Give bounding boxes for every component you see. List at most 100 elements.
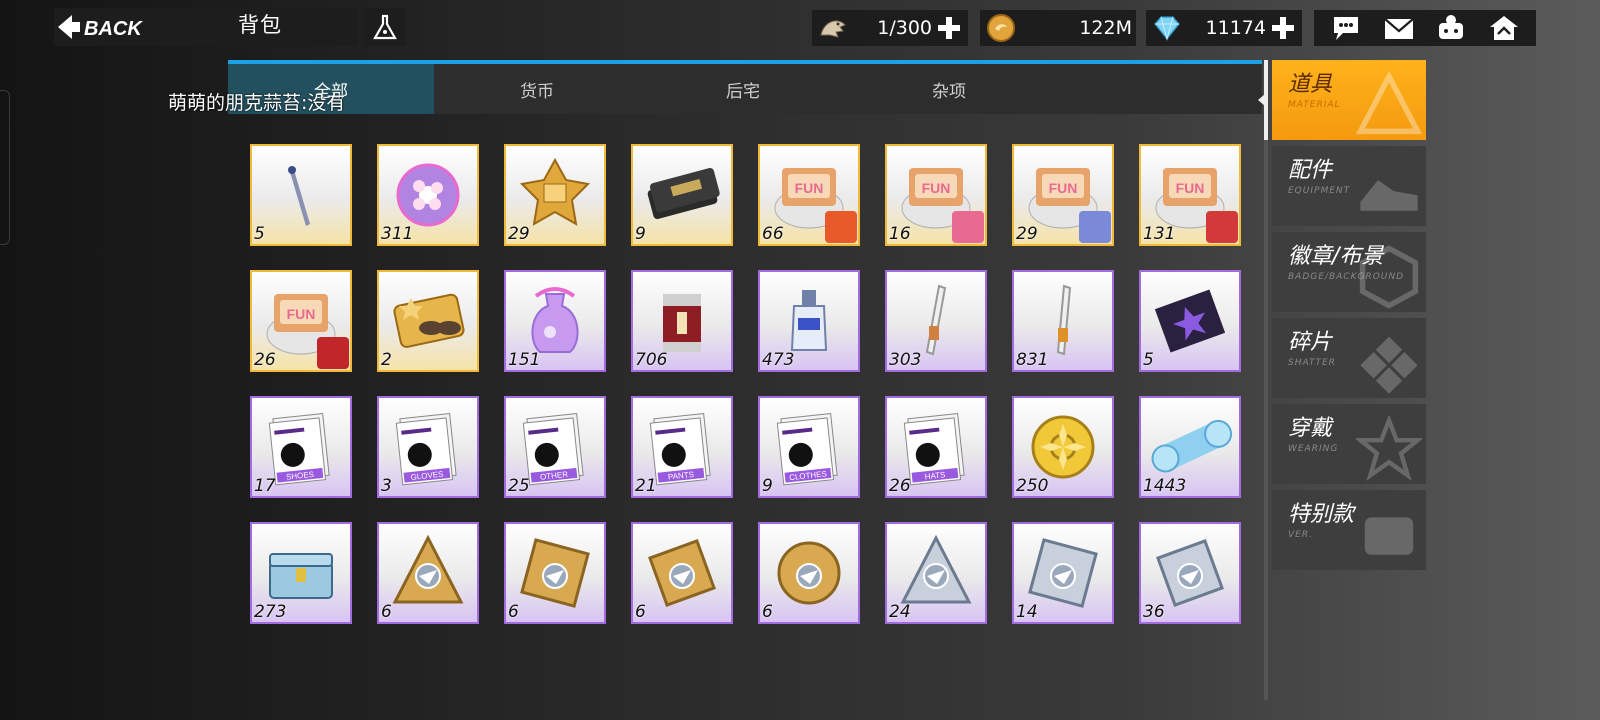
svg-text:FUN: FUN [1049,180,1078,196]
svg-text:FUN: FUN [287,306,316,322]
back-button[interactable]: BACK [54,8,164,46]
inventory-slot[interactable]: FUN 131 [1139,144,1241,246]
diamond-count: 11174 [1205,17,1266,39]
inventory-slot[interactable]: 2 [377,270,479,372]
triangle-deco-icon [1356,72,1422,135]
inventory-slot[interactable]: 473 [758,270,860,372]
notification-text: 萌萌的朋克蒜苔:没有 [168,92,346,114]
ticket-stack-icon [647,167,720,220]
inventory-slot[interactable]: FUN 66 [758,144,860,246]
svg-text:BACK: BACK [84,18,143,40]
back-arrow-icon: BACK [58,15,143,40]
inventory-slot[interactable]: 6 [377,522,479,624]
category-wearing[interactable]: 穿戴 WEARING [1272,404,1426,484]
category-material[interactable]: 道具 MATERIAL [1272,60,1426,140]
system-menu-bar [1314,10,1536,46]
category-sublabel: MATERIAL [1288,100,1341,110]
gold-coin-icon [986,13,1016,43]
svg-text:FUN: FUN [1176,180,1205,196]
category-label: 碎片 [1288,330,1333,355]
inventory-slot[interactable]: FUN 29 [1012,144,1114,246]
item-count: 473 [762,350,795,370]
category-badge[interactable]: 徽章/布景 BADGE/BACKGROUND [1272,232,1426,312]
diamond-resource[interactable]: 11174 [1146,10,1302,46]
inventory-slot[interactable]: GLOVES 3 [377,396,479,498]
item-count: 5 [254,224,265,244]
inventory-slot[interactable]: 706 [631,270,733,372]
shard-deco-icon [1360,336,1418,394]
category-label: 穿戴 [1288,416,1333,441]
item-count: 6 [508,602,519,622]
category-label: 特别款 [1288,502,1355,527]
item-count: 29 [508,224,530,244]
inventory-slot[interactable]: SHOES 17 [250,396,352,498]
side-edge-notch [0,90,10,245]
home-icon[interactable] [1482,11,1526,45]
inventory-slot[interactable]: 6 [631,522,733,624]
tab-bar: 全部 货币 后宅 杂项 [228,60,1262,114]
inventory-slot[interactable]: 14 [1012,522,1114,624]
badge-scroll-icon [1154,289,1226,353]
gold-card-icon [393,293,465,348]
character-badge-icon [1206,211,1238,243]
inventory-slot[interactable]: 5 [1139,270,1241,372]
inventory-slot[interactable]: FUN 26 [250,270,352,372]
svg-text:FUN: FUN [922,180,951,196]
inventory-slot[interactable]: 831 [1012,270,1114,372]
chat-icon[interactable] [1324,11,1368,45]
category-equipment[interactable]: 配件 EQUIPMENT [1272,146,1426,226]
diamond-emblem-icon [648,539,716,607]
inventory-slot[interactable]: 151 [504,270,606,372]
item-count: 66 [762,224,784,244]
character-badge-icon [825,211,857,243]
square-emblem-icon [520,538,590,608]
inventory-slot[interactable]: PANTS 21 [631,396,733,498]
category-shatter[interactable]: 碎片 SHATTER [1272,318,1426,398]
category-divider [1264,60,1268,700]
item-count: 1443 [1143,476,1187,496]
tab-currency[interactable]: 货币 [434,64,640,114]
inventory-slot[interactable]: CLOTHES 9 [758,396,860,498]
triangle-emblem-icon [392,534,464,604]
tab-misc-label: 杂项 [932,81,966,102]
inventory-slot[interactable]: 24 [885,522,987,624]
item-count: 831 [1016,350,1049,370]
inventory-slot[interactable]: 273 [250,522,352,624]
item-count: 29 [1016,224,1038,244]
friends-icon[interactable] [1429,11,1473,45]
tab-dorm-label: 后宅 [726,81,760,102]
help-button[interactable] [364,8,406,46]
item-count: 6 [762,602,773,622]
diamond-icon [1152,13,1182,43]
inventory-slot[interactable]: 6 [504,522,606,624]
item-count: 151 [508,350,541,370]
inventory-slot[interactable]: HATS 26 [885,396,987,498]
tab-misc[interactable]: 杂项 [846,64,1052,114]
character-badge-icon [952,211,984,243]
inventory-slot[interactable]: 1443 [1139,396,1241,498]
inventory-slot[interactable]: FUN 16 [885,144,987,246]
coin-count: 122M [1079,17,1132,39]
inventory-slot[interactable]: 311 [377,144,479,246]
category-sublabel: WEARING [1288,444,1339,454]
item-count: 250 [1016,476,1049,496]
add-diamond-plus-icon[interactable] [1270,15,1296,41]
item-count: 16 [889,224,911,244]
divider-arrow-icon [1258,94,1265,106]
tab-dorm[interactable]: 后宅 [640,64,846,114]
mail-icon[interactable] [1377,11,1421,45]
inventory-slot[interactable]: 5 [250,144,352,246]
inventory-slot[interactable]: OTHER 25 [504,396,606,498]
fossil-resource[interactable]: 1/300 [812,10,968,46]
inventory-slot[interactable]: 303 [885,270,987,372]
hexagon-deco-icon [1359,245,1419,309]
add-fossil-plus-icon[interactable] [936,15,962,41]
item-count: 25 [508,476,530,496]
inventory-slot[interactable]: 250 [1012,396,1114,498]
inventory-slot[interactable]: 6 [758,522,860,624]
inventory-slot[interactable]: 9 [631,144,733,246]
inventory-slot[interactable]: 36 [1139,522,1241,624]
item-count: 26 [254,350,276,370]
inventory-slot[interactable]: 29 [504,144,606,246]
category-special[interactable]: 特别款 VER. [1272,490,1426,570]
